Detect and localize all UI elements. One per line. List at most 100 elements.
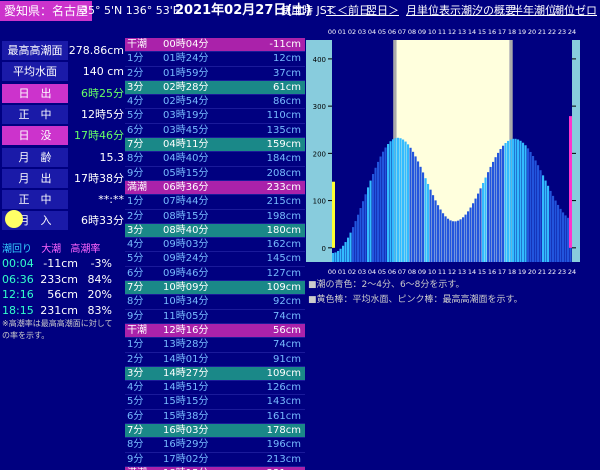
tide-cell-c1: 9分 bbox=[127, 310, 144, 322]
tide-overview-link[interactable]: 潮汐の概要 bbox=[461, 1, 516, 21]
tide-cell-c1: 6分 bbox=[127, 124, 144, 136]
x-tick-label-bottom: 02 bbox=[348, 268, 356, 276]
tide-bar bbox=[554, 200, 557, 262]
tide-row: 5分 15時15分 143cm bbox=[125, 395, 305, 410]
tide-cell-c1: 5分 bbox=[127, 396, 144, 408]
tide-cell-c2: 17時02分 bbox=[163, 453, 209, 465]
tide-cell-c2: 16時03分 bbox=[163, 425, 209, 437]
tide-cell-c2: 16時29分 bbox=[163, 439, 209, 451]
rate-time: 06:36 bbox=[2, 272, 34, 286]
location-label[interactable]: 愛知県：名古屋 bbox=[0, 1, 93, 21]
tide-row: 3分 02時28分 61cm bbox=[125, 80, 305, 96]
tide-bar bbox=[424, 178, 427, 262]
x-tick-label-top: 14 bbox=[468, 28, 476, 36]
tide-row: 5分 03時19分 110cm bbox=[125, 109, 305, 124]
tide-bar bbox=[489, 166, 492, 262]
tide-cell-c2: 01時59分 bbox=[163, 67, 209, 79]
tide-bar bbox=[549, 190, 552, 262]
tide-row: 6分 15時38分 161cm bbox=[125, 410, 305, 425]
info-row: 平均水面 140 cm bbox=[2, 61, 124, 82]
tide-cell-c3: 159cm bbox=[266, 139, 301, 151]
tide-bar bbox=[564, 215, 567, 262]
info-value: **:** bbox=[98, 193, 124, 207]
tide-bar bbox=[514, 138, 517, 262]
tide-bar bbox=[332, 253, 335, 262]
tide-bar bbox=[494, 157, 497, 262]
tide-bar bbox=[404, 141, 407, 262]
x-tick-label-top: 15 bbox=[478, 28, 486, 36]
rate-time: 18:15 bbox=[2, 303, 34, 317]
tide-bar bbox=[389, 141, 392, 262]
tide-bar bbox=[422, 172, 425, 262]
x-tick-label-bottom: 04 bbox=[368, 268, 376, 276]
tide-bar bbox=[472, 203, 475, 262]
tide-row: 4分 09時03分 162cm bbox=[125, 238, 305, 253]
highest-high-bar bbox=[569, 116, 572, 248]
tide-cell-c1: 3分 bbox=[127, 367, 144, 379]
x-tick-label-bottom: 19 bbox=[518, 268, 526, 276]
tide-cell-c1: 満潮 bbox=[127, 181, 147, 193]
tide-cell-c1: 4分 bbox=[127, 96, 144, 108]
x-tick-label-top: 05 bbox=[378, 28, 386, 36]
tide-row: 6分 03時45分 135cm bbox=[125, 124, 305, 139]
tide-cell-c1: 1分 bbox=[127, 196, 144, 208]
next-day-link[interactable]: 翌日＞ bbox=[366, 1, 399, 21]
x-tick-label-bottom: 18 bbox=[508, 268, 516, 276]
info-row: 最高高潮面 278.86cm bbox=[2, 40, 124, 61]
x-tick-label-bottom: 00 bbox=[328, 268, 336, 276]
rates-header-cycle: 潮回り bbox=[2, 244, 32, 255]
tide-row: 5分 09時24分 145cm bbox=[125, 252, 305, 267]
tide-row: 満潮 06時36分 233cm bbox=[125, 180, 305, 196]
header-bar: 愛知県：名古屋 35° 5'N 136° 53'E 2021年02月27日(土)… bbox=[0, 0, 600, 22]
tide-row: 6分 09時46分 127cm bbox=[125, 267, 305, 282]
tide-bar bbox=[469, 207, 472, 262]
tide-bar bbox=[512, 138, 515, 262]
info-value: 6時25分 bbox=[81, 86, 124, 100]
tide-cell-c3: 37cm bbox=[273, 67, 301, 79]
tide-bar bbox=[394, 138, 397, 262]
rate-row: 00:04 -11cm -3% bbox=[2, 256, 122, 272]
rate-row: 12:16 56cm 20% bbox=[2, 287, 122, 303]
rate-note: ※高潮率は最高高潮面に対しての率を示す。 bbox=[2, 319, 113, 340]
x-tick-label-top: 22 bbox=[548, 28, 556, 36]
tide-bar bbox=[367, 187, 370, 262]
tide-bar bbox=[497, 152, 500, 262]
x-tick-label-top: 23 bbox=[558, 28, 566, 36]
tide-bar bbox=[392, 139, 395, 262]
tide-bar bbox=[387, 143, 390, 262]
tide-bar bbox=[544, 180, 547, 262]
rate-height: 233cm bbox=[40, 272, 78, 286]
x-tick-label-bottom: 22 bbox=[548, 268, 556, 276]
half-year-link[interactable]: 半年潮位 bbox=[512, 1, 556, 21]
x-tick-label-bottom: 23 bbox=[558, 268, 566, 276]
tide-cell-c2: 09時03分 bbox=[163, 239, 209, 251]
x-tick-label-top: 02 bbox=[348, 28, 356, 36]
tide-bar bbox=[334, 252, 337, 262]
tide-cell-c3: 162cm bbox=[266, 239, 301, 251]
tide-cell-c2: 15時38分 bbox=[163, 410, 209, 422]
tide-bar bbox=[429, 189, 432, 262]
tide-bar bbox=[399, 138, 402, 262]
info-value: 12時5分 bbox=[81, 107, 124, 121]
tide-bar bbox=[462, 217, 465, 262]
tide-cell-c1: 6分 bbox=[127, 267, 144, 279]
x-tick-label-bottom: 07 bbox=[398, 268, 406, 276]
x-tick-label-bottom: 15 bbox=[478, 268, 486, 276]
tide-bar bbox=[542, 175, 545, 262]
monthly-view-link[interactable]: 月単位表示 bbox=[406, 1, 461, 21]
prev-day-link[interactable]: ＜＜前日 bbox=[326, 1, 370, 21]
tide-bar bbox=[347, 237, 350, 262]
tide-bar bbox=[407, 144, 410, 262]
tide-cell-c2: 11時05分 bbox=[163, 310, 209, 322]
tide-cell-c1: 9分 bbox=[127, 453, 144, 465]
tide-cell-c3: 213cm bbox=[266, 453, 301, 465]
tide-cell-c2: 02時28分 bbox=[163, 81, 209, 93]
tide-bar bbox=[464, 214, 467, 262]
tide-zero-link[interactable]: 潮位ゼロ bbox=[553, 1, 597, 21]
rates-header: 潮回り 大潮 高潮率 bbox=[2, 240, 106, 255]
tide-row: 8分 16時29分 196cm bbox=[125, 438, 305, 453]
tide-bar bbox=[517, 139, 520, 262]
tide-bar bbox=[419, 166, 422, 262]
info-value: 6時33分 bbox=[81, 214, 124, 228]
rate-height: 231cm bbox=[40, 303, 78, 317]
